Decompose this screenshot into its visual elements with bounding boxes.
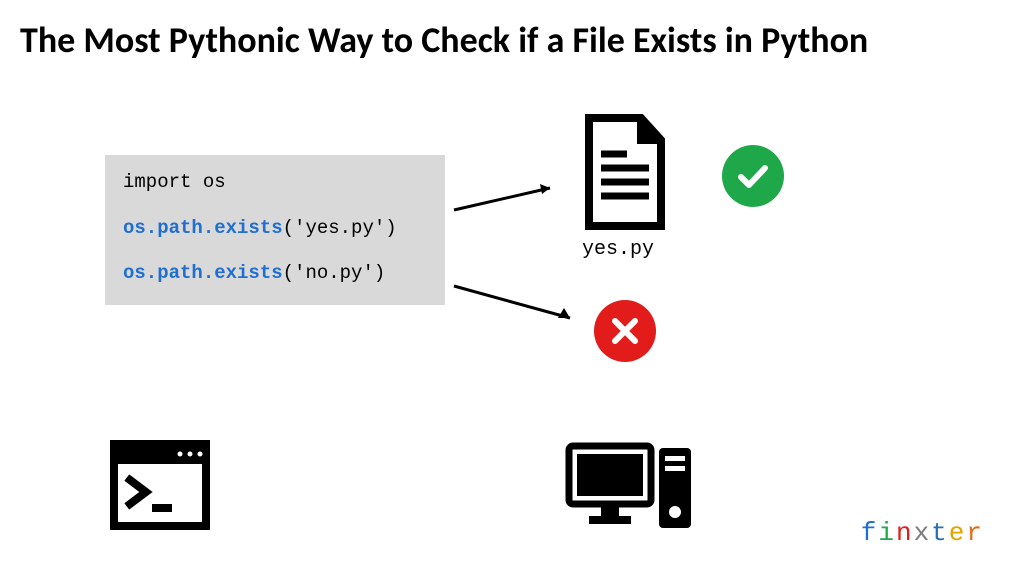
terminal-icon (110, 440, 210, 530)
x-icon (594, 300, 656, 362)
brand-letter: f (861, 518, 879, 548)
file-icon (575, 112, 675, 232)
call-exists-no: os.path.exists (123, 262, 283, 284)
computer-icon (565, 440, 695, 535)
page-title: The Most Pythonic Way to Check if a File… (20, 18, 868, 62)
file-label: yes.py (582, 238, 654, 261)
arg-no: ('no.py') (283, 262, 386, 284)
code-line-2: os.path.exists('yes.py') (123, 215, 427, 243)
brand-letter: r (966, 518, 984, 548)
code-snippet: import os os.path.exists('yes.py') os.pa… (105, 155, 445, 305)
arrow-to-yes-icon (450, 180, 570, 220)
arrow-to-no-icon (450, 280, 590, 330)
arg-yes: ('yes.py') (283, 217, 397, 239)
brand-letter: x (914, 518, 932, 548)
brand-logo: finxter (861, 518, 984, 548)
brand-letter: t (931, 518, 949, 548)
brand-letter: i (878, 518, 896, 548)
code-line-1: import os (123, 169, 427, 197)
call-exists-yes: os.path.exists (123, 217, 283, 239)
keyword-import: import (123, 171, 191, 193)
brand-letter: n (896, 518, 914, 548)
brand-letter: e (949, 518, 967, 548)
check-icon (722, 145, 784, 207)
module-os: os (191, 171, 225, 193)
code-line-3: os.path.exists('no.py') (123, 260, 427, 288)
